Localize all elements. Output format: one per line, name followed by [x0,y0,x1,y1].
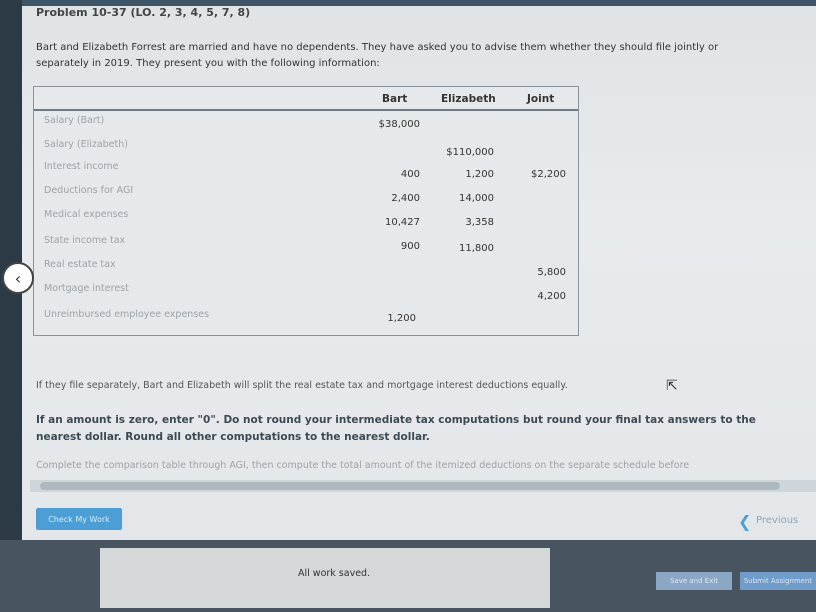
row-label-salary-elizabeth: Salary (Elizabeth) [44,139,128,150]
cell-medical-bart: 10,427 [385,217,420,228]
cell-medical-elizabeth: 3,358 [465,217,494,228]
submit-assignment-button[interactable]: Submit Assignment [740,572,816,590]
col-header-elizabeth: Elizabeth [441,93,496,105]
cell-real-estate-joint: 5,800 [537,267,566,278]
scrollbar-thumb[interactable] [40,482,780,490]
cell-salary-bart: $38,000 [378,119,420,130]
instruction-note: If an amount is zero, enter "0". Do not … [36,414,756,443]
cell-deductions-elizabeth: 14,000 [459,193,494,204]
intro-line-1: Bart and Elizabeth Forrest are married a… [36,42,719,53]
cell-salary-elizabeth: $110,000 [446,147,494,158]
row-label-state-tax: State income tax [44,235,126,246]
cell-state-tax-elizabeth: 11,800 [459,243,494,254]
save-and-exit-button[interactable]: Save and Exit [656,572,732,590]
row-label-salary-bart: Salary (Bart) [44,115,105,126]
col-header-bart: Bart [382,93,408,105]
mouse-pointer-icon: ⇱ [666,378,678,394]
header-divider [34,109,578,111]
assignment-screen: Problem 10-37 (LO. 2, 3, 4, 5, 7, 8) Bar… [0,0,816,540]
separate-filing-note: If they file separately, Bart and Elizab… [36,380,568,391]
cell-deductions-bart: 2,400 [391,193,420,204]
cell-interest-elizabeth: 1,200 [465,169,494,180]
cell-interest-bart: 400 [400,169,420,180]
chevron-left-icon: ‹ [14,268,22,288]
cell-state-tax-bart: 900 [400,241,420,252]
row-label-interest: Interest income [44,161,119,172]
row-label-medical: Medical expenses [44,209,129,220]
saved-status: All work saved. [298,568,371,579]
previous-button[interactable]: Previous [756,515,798,526]
complete-table-note: Complete the comparison table through AG… [36,460,690,471]
check-my-work-button[interactable]: Check My Work [36,508,122,530]
cell-interest-joint: $2,200 [531,169,566,180]
problem-title: Problem 10-37 (LO. 2, 3, 4, 5, 7, 8) [36,6,251,19]
col-header-joint: Joint [527,93,555,105]
cell-mortgage-joint: 4,200 [537,291,566,302]
row-label-mortgage: Mortgage interest [44,283,129,294]
info-table: Bart Elizabeth Joint Salary (Bart) $38,0… [33,86,579,336]
cell-unreimbursed-bart: 1,200 [387,313,416,324]
intro-line-2: separately in 2019. They present you wit… [36,58,380,69]
row-label-unreimbursed: Unreimbursed employee expenses [44,309,210,320]
row-label-real-estate: Real estate tax [44,259,116,270]
chevron-left-icon[interactable]: ❮ [738,512,751,531]
row-label-deductions-agi: Deductions for AGI [44,185,134,196]
problem-intro: Bart and Elizabeth Forrest are married a… [36,40,796,72]
back-button[interactable]: ‹ [2,262,34,294]
